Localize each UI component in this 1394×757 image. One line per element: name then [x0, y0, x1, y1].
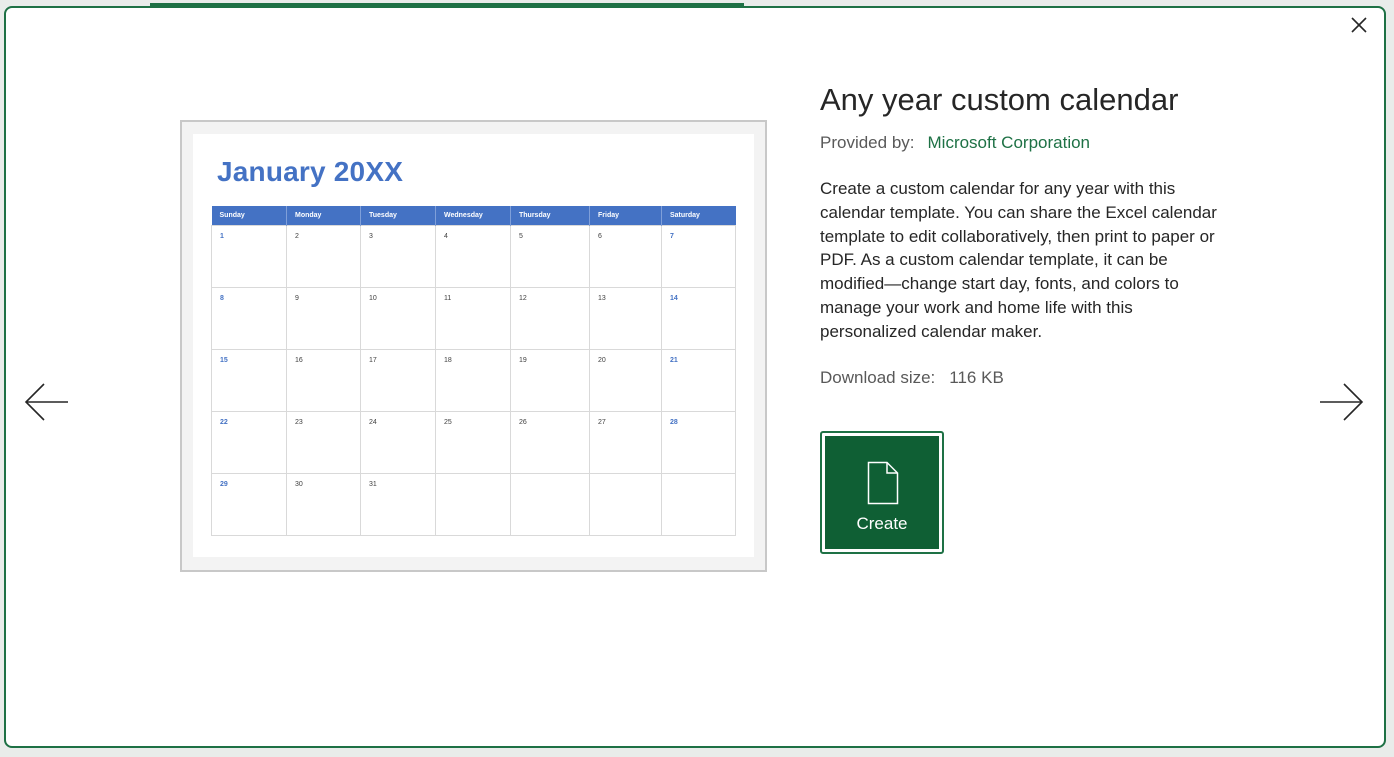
create-button-face: Create [825, 436, 939, 549]
template-description: Create a custom calendar for any year wi… [820, 179, 1217, 341]
day-cell: 15 [211, 349, 287, 412]
day-cell [435, 473, 511, 536]
day-cell: 19 [510, 349, 590, 412]
calendar-grid: Sunday Monday Tuesday Wednesday Thursday… [211, 206, 736, 536]
day-cell: 16 [286, 349, 361, 412]
day-cell: 2 [286, 225, 361, 288]
day-cell [589, 473, 662, 536]
day-header: Sunday [211, 206, 287, 226]
next-template-button[interactable] [1320, 382, 1366, 422]
day-cell: 11 [435, 287, 511, 350]
day-cell: 28 [661, 411, 736, 474]
preview-page: January 20XX Sunday Monday Tuesday Wedne… [193, 134, 754, 557]
download-size-label: Download size: [820, 367, 936, 387]
day-cell: 25 [435, 411, 511, 474]
day-cell: 9 [286, 287, 361, 350]
provider-link[interactable]: Microsoft Corporation [928, 133, 1091, 152]
provider-row: Provided by: Microsoft Corporation [820, 132, 1240, 154]
day-cell: 14 [661, 287, 736, 350]
calendar-week-row: 15 16 17 18 19 20 21 [211, 349, 736, 412]
day-cell [510, 473, 590, 536]
day-cell: 5 [510, 225, 590, 288]
download-size-row: Download size: 116 KB [820, 368, 1240, 388]
day-cell: 1 [211, 225, 287, 288]
day-cell: 7 [661, 225, 736, 288]
previous-template-button[interactable] [22, 382, 68, 422]
calendar-week-row: 29 30 31 [211, 473, 736, 536]
day-cell: 20 [589, 349, 662, 412]
day-header: Friday [589, 206, 662, 226]
day-header: Thursday [510, 206, 590, 226]
day-cell: 3 [360, 225, 436, 288]
day-header: Saturday [661, 206, 736, 226]
calendar-week-row: 8 9 10 11 12 13 14 [211, 287, 736, 350]
arrow-right-icon [1320, 383, 1364, 421]
day-cell: 8 [211, 287, 287, 350]
day-cell: 17 [360, 349, 436, 412]
day-cell: 22 [211, 411, 287, 474]
arrow-left-icon [24, 383, 68, 421]
calendar-week-row: 22 23 24 25 26 27 28 [211, 411, 736, 474]
day-cell: 4 [435, 225, 511, 288]
day-cell: 26 [510, 411, 590, 474]
template-title: Any year custom calendar [820, 82, 1179, 117]
day-cell: 12 [510, 287, 590, 350]
day-cell: 23 [286, 411, 361, 474]
create-button[interactable]: Create [820, 431, 944, 554]
calendar-month-title: January 20XX [217, 156, 404, 187]
template-info-panel: Any year custom calendar Provided by: Mic… [820, 80, 1240, 388]
day-cell: 21 [661, 349, 736, 412]
day-cell: 10 [360, 287, 436, 350]
day-cell: 31 [360, 473, 436, 536]
document-icon [867, 461, 899, 505]
day-header: Monday [286, 206, 361, 226]
calendar-week-row: 1 2 3 4 5 6 7 [211, 225, 736, 288]
close-icon [1351, 17, 1367, 33]
day-cell: 18 [435, 349, 511, 412]
template-preview-image: January 20XX Sunday Monday Tuesday Wedne… [180, 120, 767, 572]
download-size-value: 116 KB [949, 367, 1004, 387]
day-cell [661, 473, 736, 536]
day-cell: 29 [211, 473, 287, 536]
day-header: Tuesday [360, 206, 436, 226]
create-button-label: Create [856, 514, 908, 533]
day-cell: 24 [360, 411, 436, 474]
provided-by-label: Provided by: [820, 133, 915, 152]
day-cell: 13 [589, 287, 662, 350]
day-cell: 27 [589, 411, 662, 474]
calendar-header-row: Sunday Monday Tuesday Wednesday Thursday… [211, 206, 736, 226]
close-button[interactable] [1346, 12, 1372, 38]
day-header: Wednesday [435, 206, 511, 226]
day-cell: 6 [589, 225, 662, 288]
day-cell: 30 [286, 473, 361, 536]
